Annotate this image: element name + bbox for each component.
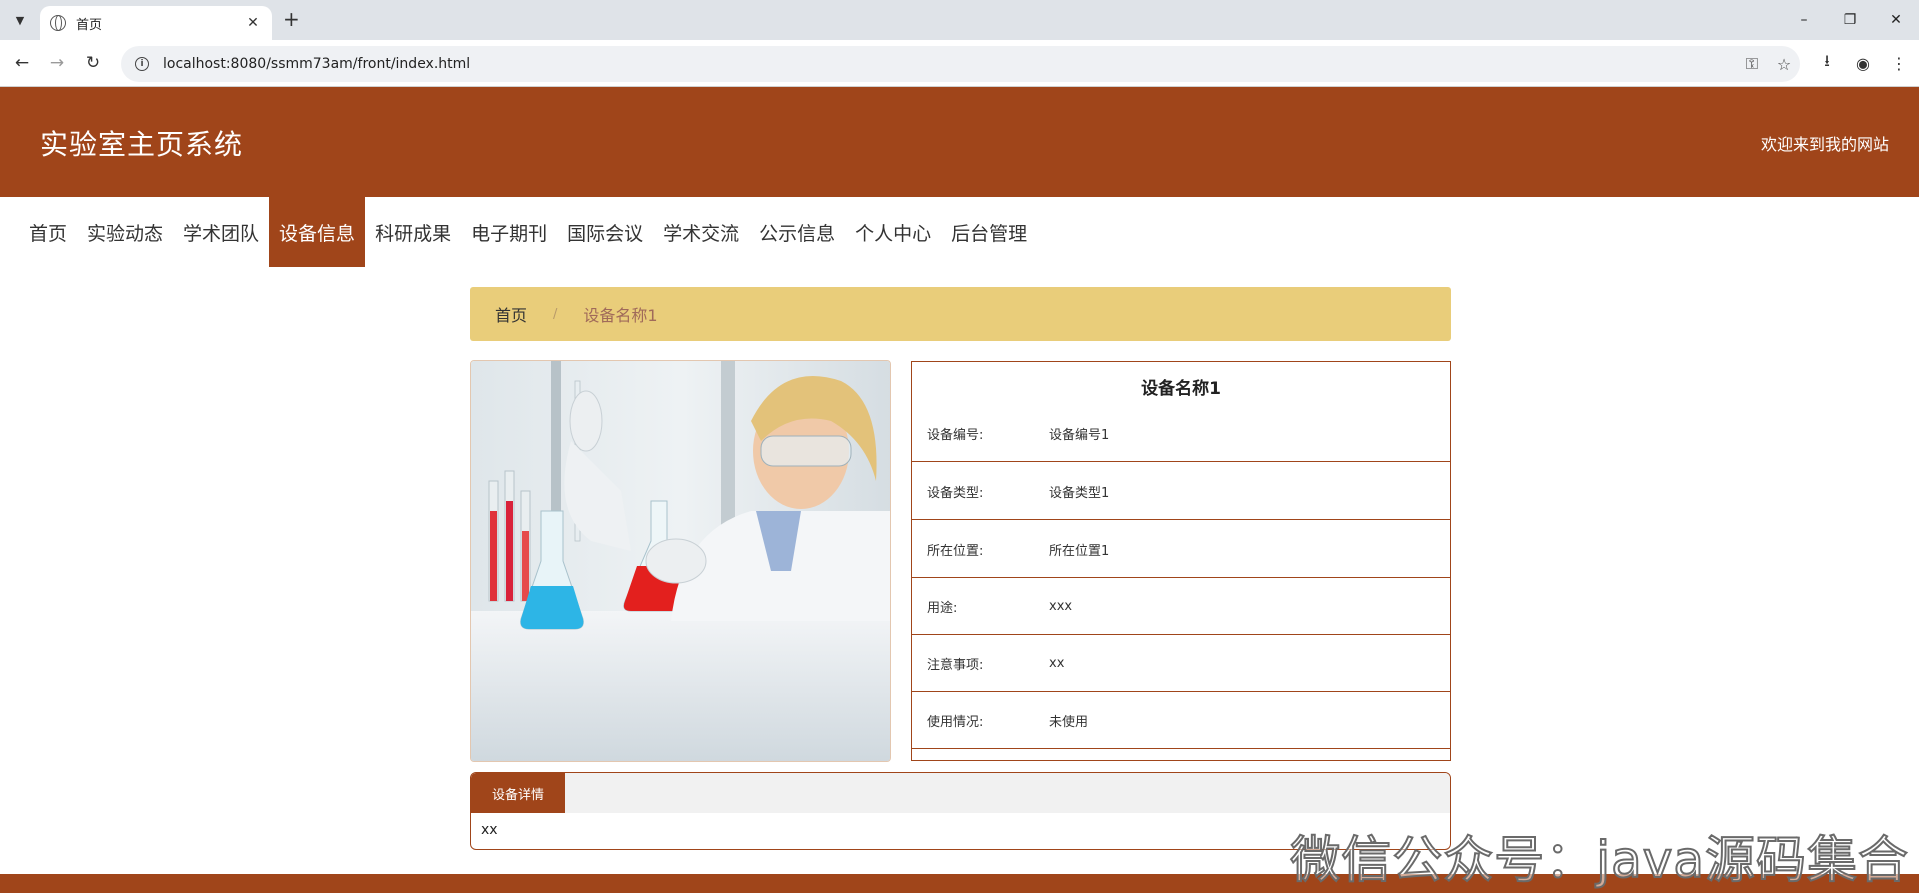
menu-icon[interactable]: ⋮	[1887, 51, 1911, 75]
restore-icon[interactable]: ❐	[1827, 0, 1873, 40]
site-info-icon[interactable]: i	[135, 57, 149, 71]
address-bar[interactable]: i localhost:8080/ssmm73am/front/index.ht…	[121, 46, 1800, 82]
breadcrumb: 首页 / 设备名称1	[470, 287, 1451, 341]
nav-item-team[interactable]: 学术团队	[173, 197, 269, 267]
nav-item-notices[interactable]: 公示信息	[749, 197, 845, 267]
nav-item-lab-news[interactable]: 实验动态	[77, 197, 173, 267]
breadcrumb-separator: /	[553, 306, 558, 322]
info-label: 设备类型:	[927, 485, 984, 501]
info-value: xxx	[1049, 598, 1073, 614]
forward-icon[interactable]: →	[45, 51, 69, 75]
tab-equipment-detail[interactable]: 设备详情	[471, 773, 565, 813]
equipment-photo	[470, 360, 891, 762]
minimize-icon[interactable]: –	[1781, 0, 1827, 40]
info-value: 未使用	[1049, 714, 1089, 730]
close-tab-icon[interactable]: ✕	[244, 15, 262, 31]
info-value: 设备类型1	[1049, 485, 1110, 501]
browser-tab-strip: ▼ 首页 ✕ + – ❐ ✕	[0, 0, 1919, 40]
info-value: xx	[1049, 655, 1065, 671]
reload-icon[interactable]: ↻	[81, 51, 105, 75]
address-toolbar: ← → ↻ i localhost:8080/ssmm73am/front/in…	[0, 40, 1919, 87]
info-label: 所在位置:	[927, 543, 984, 559]
info-value: 设备编号1	[1049, 427, 1110, 443]
info-value: 所在位置1	[1049, 543, 1110, 559]
welcome-text: 欢迎来到我的网站	[1760, 135, 1889, 154]
url-text[interactable]: localhost:8080/ssmm73am/front/index.html	[163, 56, 1736, 72]
close-window-icon[interactable]: ✕	[1873, 0, 1919, 40]
nav-item-exchange[interactable]: 学术交流	[653, 197, 749, 267]
info-label: 使用情况:	[927, 714, 984, 730]
info-row-type: 设备类型: 设备类型1	[912, 463, 1450, 520]
info-row-code: 设备编号: 设备编号1	[912, 405, 1450, 462]
info-row-notes: 注意事项: xx	[912, 635, 1450, 692]
tab-search-icon[interactable]: ▼	[8, 8, 32, 32]
key-icon[interactable]: ⚿	[1736, 54, 1768, 74]
main-nav: 首页 实验动态 学术团队 设备信息 科研成果 电子期刊 国际会议 学术交流 公示…	[19, 197, 1037, 267]
browser-tab[interactable]: 首页 ✕	[40, 6, 272, 40]
equipment-info-table: 设备名称1 设备编号: 设备编号1 设备类型: 设备类型1 所在位置: 所在位置…	[911, 361, 1451, 761]
globe-icon	[50, 15, 66, 31]
nav-item-equipment[interactable]: 设备信息	[269, 197, 366, 267]
info-row-usage: 使用情况: 未使用	[912, 692, 1450, 749]
site-header: 实验室主页系统 欢迎来到我的网站	[0, 87, 1919, 197]
info-label: 用途:	[927, 600, 958, 616]
bookmark-star-icon[interactable]: ☆	[1768, 55, 1800, 74]
nav-item-admin[interactable]: 后台管理	[941, 197, 1037, 267]
nav-item-research[interactable]: 科研成果	[365, 197, 461, 267]
back-icon[interactable]: ←	[10, 51, 34, 75]
nav-item-profile[interactable]: 个人中心	[845, 197, 941, 267]
toolbar-right: ⭳ ◉ ⋮	[1815, 51, 1911, 75]
equipment-name: 设备名称1	[1141, 379, 1221, 399]
info-row-purpose: 用途: xxx	[912, 578, 1450, 635]
info-label: 注意事项:	[927, 657, 984, 673]
new-tab-icon[interactable]: +	[283, 8, 300, 30]
window-controls: – ❐ ✕	[1781, 0, 1919, 40]
info-label: 设备编号:	[927, 427, 984, 443]
profile-icon[interactable]: ◉	[1851, 51, 1875, 75]
info-row-location: 所在位置: 所在位置1	[912, 521, 1450, 578]
nav-item-journals[interactable]: 电子期刊	[461, 197, 557, 267]
download-icon[interactable]: ⭳	[1815, 51, 1839, 75]
site-title: 实验室主页系统	[40, 128, 244, 161]
watermark-text: 微信公众号：java源码集合	[1289, 830, 1909, 890]
breadcrumb-current: 设备名称1	[583, 306, 658, 325]
detail-tab-header: 设备详情	[471, 773, 1450, 813]
nav-item-conferences[interactable]: 国际会议	[557, 197, 653, 267]
breadcrumb-home[interactable]: 首页	[495, 302, 527, 326]
tab-title: 首页	[76, 17, 103, 33]
nav-item-home[interactable]: 首页	[19, 197, 77, 267]
